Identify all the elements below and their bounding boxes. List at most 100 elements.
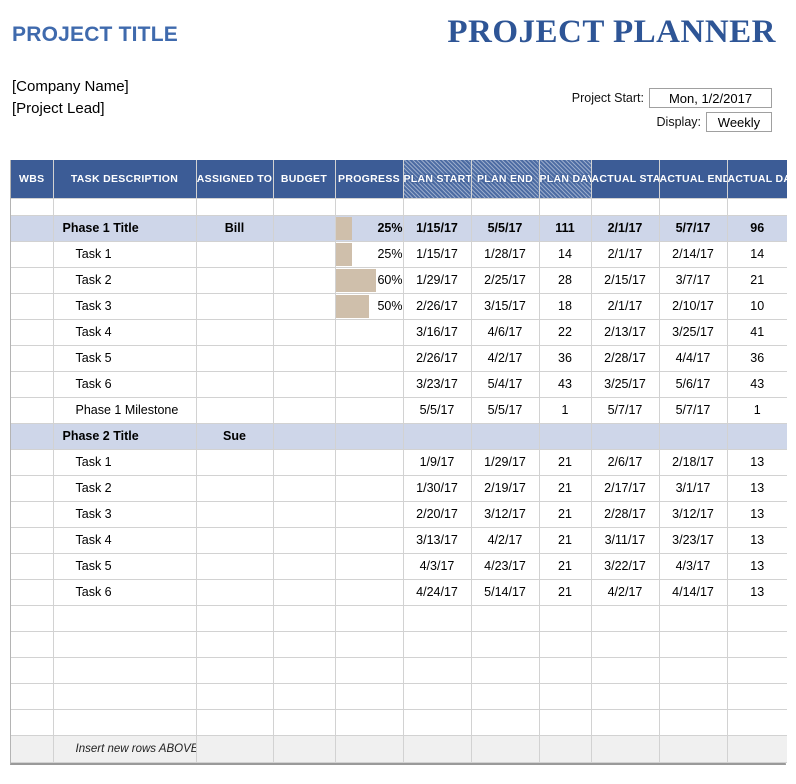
cell-progress[interactable] <box>335 423 404 450</box>
cell-plan_days[interactable]: 18 <box>539 293 592 320</box>
cell-task[interactable]: Task 6 <box>53 371 197 398</box>
cell-assigned[interactable] <box>196 319 274 346</box>
cell-assigned[interactable] <box>196 371 274 398</box>
cell-actual_days[interactable]: 21 <box>727 267 787 294</box>
phase-row[interactable]: Phase 1 Title Bill 25% 1/15/17 5/5/17 111 2/1/… <box>11 215 787 242</box>
spacer-row[interactable] <box>11 198 787 216</box>
cell-plan_end[interactable] <box>471 683 540 710</box>
cell-actual_end[interactable] <box>659 657 728 684</box>
cell-wbs[interactable] <box>11 657 54 684</box>
cell-actual_start[interactable]: 3/11/17 <box>591 527 660 554</box>
cell-actual_days[interactable] <box>727 657 787 684</box>
cell-plan_days[interactable]: 36 <box>539 345 592 372</box>
phase-row[interactable]: Phase 2 Title Sue <box>11 423 787 450</box>
cell-progress[interactable] <box>335 475 404 502</box>
cell-task[interactable]: Task 3 <box>53 293 197 320</box>
cell-plan_start[interactable]: 4/24/17 <box>403 579 472 606</box>
cell-task[interactable]: Task 1 <box>53 449 197 476</box>
cell-actual_start[interactable] <box>591 683 660 710</box>
cell-progress[interactable] <box>335 709 404 736</box>
cell-task[interactable]: Task 2 <box>53 267 197 294</box>
cell-assigned[interactable] <box>196 267 274 294</box>
cell-actual_days[interactable] <box>727 198 787 216</box>
cell-wbs[interactable] <box>11 319 54 346</box>
insert-hint-row[interactable]: Insert new rows ABOVE this one <box>11 735 787 763</box>
cell-task[interactable] <box>53 605 197 632</box>
cell-plan_days[interactable] <box>539 683 592 710</box>
cell-assigned[interactable] <box>196 475 274 502</box>
cell-plan_end[interactable]: 1/29/17 <box>471 449 540 476</box>
cell-actual_end[interactable]: 5/7/17 <box>659 215 728 242</box>
cell-assigned[interactable] <box>196 631 274 658</box>
cell-plan_days[interactable]: 22 <box>539 319 592 346</box>
cell-actual_end[interactable]: 3/1/17 <box>659 475 728 502</box>
cell-task[interactable]: Task 2 <box>53 475 197 502</box>
cell-actual_start[interactable] <box>591 709 660 736</box>
cell-actual_start[interactable]: 2/1/17 <box>591 241 660 268</box>
cell-assigned[interactable] <box>196 345 274 372</box>
cell-wbs[interactable] <box>11 579 54 606</box>
cell-assigned[interactable] <box>196 735 274 763</box>
cell-actual_days[interactable]: 14 <box>727 241 787 268</box>
cell-task[interactable]: Insert new rows ABOVE this one <box>53 735 197 763</box>
cell-plan_start[interactable] <box>403 631 472 658</box>
cell-plan_days[interactable]: 21 <box>539 579 592 606</box>
cell-actual_days[interactable]: 36 <box>727 345 787 372</box>
cell-progress[interactable]: 50% <box>335 293 404 320</box>
cell-plan_end[interactable]: 5/4/17 <box>471 371 540 398</box>
cell-progress[interactable] <box>335 631 404 658</box>
cell-plan_days[interactable]: 21 <box>539 475 592 502</box>
cell-assigned[interactable] <box>196 293 274 320</box>
cell-actual_days[interactable] <box>727 605 787 632</box>
cell-plan_end[interactable]: 5/5/17 <box>471 397 540 424</box>
cell-budget[interactable] <box>273 397 336 424</box>
task-row[interactable]: Task 1 25% 1/15/17 1/28/17 14 2/1/17 2/14/17 14 <box>11 241 787 268</box>
cell-task[interactable] <box>53 709 197 736</box>
cell-plan_start[interactable]: 1/15/17 <box>403 215 472 242</box>
cell-plan_start[interactable]: 2/26/17 <box>403 293 472 320</box>
task-row[interactable]: Phase 1 Milestone 5/5/17 5/5/17 1 5/7/17 5/7/… <box>11 397 787 424</box>
cell-actual_start[interactable] <box>591 198 660 216</box>
cell-progress[interactable]: 60% <box>335 267 404 294</box>
cell-progress[interactable] <box>335 527 404 554</box>
cell-plan_start[interactable]: 1/15/17 <box>403 241 472 268</box>
cell-plan_end[interactable]: 1/28/17 <box>471 241 540 268</box>
cell-plan_days[interactable] <box>539 657 592 684</box>
task-row[interactable]: Task 3 50% 2/26/17 3/15/17 18 2/1/17 2/10/17 10 <box>11 293 787 320</box>
cell-budget[interactable] <box>273 683 336 710</box>
cell-assigned[interactable] <box>196 683 274 710</box>
cell-plan_days[interactable] <box>539 735 592 763</box>
cell-budget[interactable] <box>273 631 336 658</box>
cell-plan_end[interactable]: 4/6/17 <box>471 319 540 346</box>
cell-plan_days[interactable] <box>539 605 592 632</box>
cell-plan_start[interactable]: 3/23/17 <box>403 371 472 398</box>
cell-plan_end[interactable]: 4/23/17 <box>471 553 540 580</box>
cell-plan_end[interactable] <box>471 198 540 216</box>
cell-plan_days[interactable]: 21 <box>539 553 592 580</box>
cell-actual_days[interactable]: 13 <box>727 579 787 606</box>
cell-actual_start[interactable] <box>591 423 660 450</box>
task-row[interactable] <box>11 605 787 632</box>
cell-plan_start[interactable]: 3/13/17 <box>403 527 472 554</box>
cell-plan_days[interactable]: 111 <box>539 215 592 242</box>
task-row[interactable]: Task 6 3/23/17 5/4/17 43 3/25/17 5/6/17 43 <box>11 371 787 398</box>
display-input[interactable]: Weekly <box>706 112 772 132</box>
cell-task[interactable]: Task 4 <box>53 527 197 554</box>
cell-progress[interactable]: 25% <box>335 241 404 268</box>
cell-actual_start[interactable] <box>591 735 660 763</box>
cell-budget[interactable] <box>273 527 336 554</box>
cell-plan_start[interactable]: 1/9/17 <box>403 449 472 476</box>
column-header-actual_end[interactable]: ACTUAL END <box>659 160 728 199</box>
cell-actual_days[interactable] <box>727 423 787 450</box>
cell-actual_days[interactable]: 43 <box>727 371 787 398</box>
cell-budget[interactable] <box>273 501 336 528</box>
cell-actual_days[interactable]: 13 <box>727 449 787 476</box>
cell-actual_days[interactable] <box>727 683 787 710</box>
cell-plan_days[interactable]: 43 <box>539 371 592 398</box>
cell-progress[interactable] <box>335 735 404 763</box>
cell-budget[interactable] <box>273 267 336 294</box>
cell-progress[interactable] <box>335 345 404 372</box>
cell-assigned[interactable] <box>196 605 274 632</box>
cell-actual_end[interactable]: 4/4/17 <box>659 345 728 372</box>
cell-plan_days[interactable] <box>539 423 592 450</box>
